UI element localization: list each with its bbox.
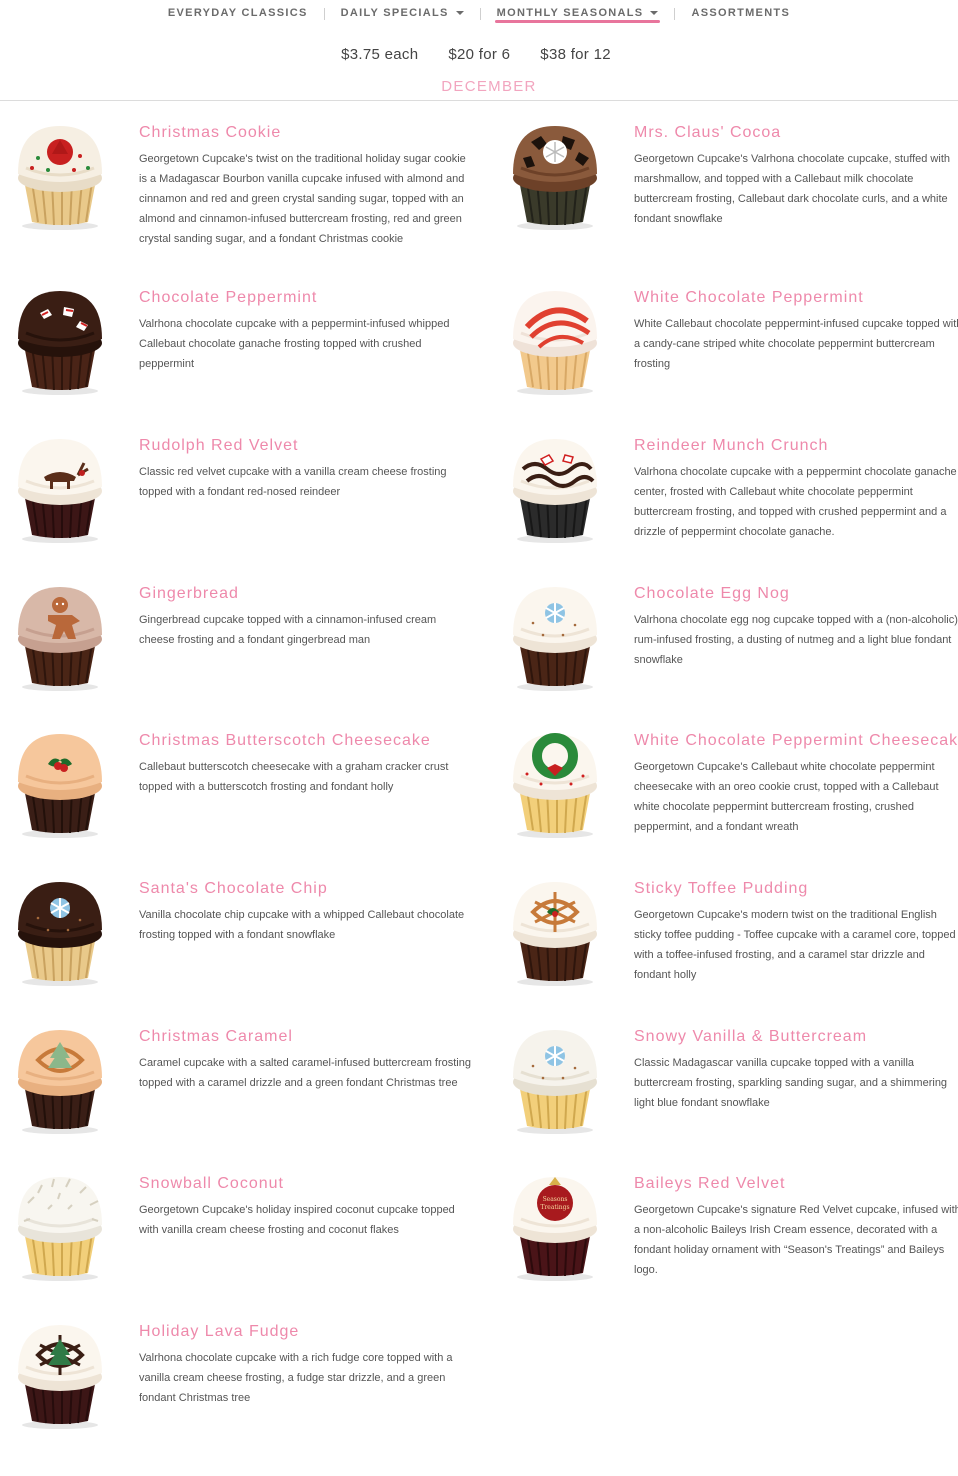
product-title[interactable]: Gingerbread: [139, 585, 239, 603]
product-item: Santa's Chocolate Chip Vanilla chocolate …: [0, 880, 480, 1030]
product-title[interactable]: Holiday Lava Fudge: [139, 1323, 299, 1341]
price-dozen: $38 for 12: [540, 46, 611, 63]
product-description: Georgetown Cupcake's Callebaut white cho…: [634, 761, 939, 833]
product-description: Caramel cupcake with a salted caramel-in…: [139, 1057, 471, 1089]
product-title[interactable]: Christmas Caramel: [139, 1028, 293, 1046]
nav-label: DAILY SPECIALS: [340, 7, 449, 19]
price-list: $3.75 each $20 for 6 $38 for 12: [0, 46, 958, 63]
product-description: Valrhona chocolate cupcake with a pepper…: [139, 318, 450, 370]
product-description: Classic Madagascar vanilla cupcake toppe…: [634, 1057, 948, 1109]
product-item: Snowy Vanilla & Buttercream Classic Madag…: [495, 1028, 958, 1178]
product-item: Christmas Caramel Caramel cupcake with a …: [0, 1028, 480, 1178]
product-item: Chocolate Peppermint Valrhona chocolate c…: [0, 289, 480, 439]
product-image[interactable]: [8, 112, 112, 232]
product-description: Valrhona chocolate cupcake with a rich f…: [139, 1352, 453, 1404]
product-image[interactable]: [8, 1163, 112, 1283]
nav-everyday-classics[interactable]: EVERYDAY CLASSICS: [168, 0, 308, 19]
product-description: Georgetown Cupcake's Valrhona chocolate …: [634, 153, 950, 225]
svg-text:Seasons: Seasons: [543, 1196, 568, 1203]
nav-divider: [479, 8, 481, 20]
product-title[interactable]: Christmas Cookie: [139, 124, 281, 142]
nav-divider: [323, 8, 325, 20]
divider: [0, 100, 958, 101]
product-description: Georgetown Cupcake's modern twist on the…: [634, 909, 956, 981]
product-description: Callebaut butterscotch cheesecake with a…: [139, 761, 449, 793]
product-item: White Chocolate Peppermint Cheesecake Geo…: [495, 732, 958, 882]
product-title[interactable]: Snowy Vanilla & Buttercream: [634, 1028, 867, 1046]
chevron-down-icon: [455, 11, 464, 15]
product-description: Valrhona chocolate egg nog cupcake toppe…: [634, 614, 958, 666]
product-description: White Callebaut chocolate peppermint-inf…: [634, 318, 958, 370]
product-title[interactable]: Baileys Red Velvet: [634, 1175, 785, 1193]
product-image[interactable]: [503, 868, 607, 988]
product-description: Georgetown Cupcake's signature Red Velve…: [634, 1204, 958, 1276]
product-image[interactable]: [503, 573, 607, 693]
product-title[interactable]: Santa's Chocolate Chip: [139, 880, 328, 898]
product-title[interactable]: White Chocolate Peppermint: [634, 289, 864, 307]
product-title[interactable]: Chocolate Peppermint: [139, 289, 317, 307]
product-item: Snowball Coconut Georgetown Cupcake's hol…: [0, 1175, 480, 1325]
product-title[interactable]: Christmas Butterscotch Cheesecake: [139, 732, 431, 750]
top-nav: EVERYDAY CLASSICS DAILY SPECIALS MONTHLY…: [0, 0, 958, 30]
chevron-down-icon: [650, 11, 659, 15]
product-image[interactable]: [8, 277, 112, 397]
product-image[interactable]: [8, 1016, 112, 1136]
month-heading: DECEMBER: [441, 78, 537, 95]
product-item: Holiday Lava Fudge Valrhona chocolate cup…: [0, 1323, 480, 1473]
nav-divider: [674, 8, 676, 20]
product-description: Vanilla chocolate chip cupcake with a wh…: [139, 909, 465, 941]
product-title[interactable]: Rudolph Red Velvet: [139, 437, 298, 455]
product-image[interactable]: [503, 425, 607, 545]
product-image[interactable]: [503, 112, 607, 232]
product-item: Christmas Cookie Georgetown Cupcake's twi…: [0, 124, 480, 274]
product-item: Mrs. Claus' Cocoa Georgetown Cupcake's Va…: [495, 124, 958, 274]
svg-text:Treatings: Treatings: [540, 1204, 569, 1211]
product-image[interactable]: [8, 425, 112, 545]
product-image[interactable]: [503, 277, 607, 397]
product-image[interactable]: [503, 1016, 607, 1136]
product-item: Rudolph Red Velvet Classic red velvet cup…: [0, 437, 480, 587]
product-description: Gingerbread cupcake topped with a cinnam…: [139, 614, 437, 646]
nav-label: ASSORTMENTS: [691, 7, 791, 19]
product-item: Seasons Treatings Baileys Red Velvet Georg…: [495, 1175, 958, 1325]
product-item: Reindeer Munch Crunch Valrhona chocolate …: [495, 437, 958, 587]
product-title[interactable]: Reindeer Munch Crunch: [634, 437, 828, 455]
nav-daily-specials[interactable]: DAILY SPECIALS: [341, 0, 464, 19]
product-description: Georgetown Cupcake's twist on the tradit…: [139, 153, 466, 245]
product-title[interactable]: White Chocolate Peppermint Cheesecake: [634, 732, 958, 750]
product-image[interactable]: [8, 1311, 112, 1431]
product-item: White Chocolate Peppermint White Callebau…: [495, 289, 958, 439]
product-description: Georgetown Cupcake's holiday inspired co…: [139, 1204, 455, 1236]
nav-label: MONTHLY SEASONALS: [496, 7, 644, 19]
product-title[interactable]: Mrs. Claus' Cocoa: [634, 124, 781, 142]
product-image[interactable]: Seasons Treatings: [503, 1163, 607, 1283]
product-image[interactable]: [8, 573, 112, 693]
price-six: $20 for 6: [448, 46, 511, 63]
product-item: Gingerbread Gingerbread cupcake topped wi…: [0, 585, 480, 735]
product-item: Chocolate Egg Nog Valrhona chocolate egg …: [495, 585, 958, 735]
product-image[interactable]: [503, 720, 607, 840]
nav-assortments[interactable]: ASSORTMENTS: [691, 0, 790, 19]
product-item: Christmas Butterscotch Cheesecake Calleba…: [0, 732, 480, 882]
product-item: Sticky Toffee Pudding Georgetown Cupcake'…: [495, 880, 958, 1030]
product-description: Classic red velvet cupcake with a vanill…: [139, 466, 447, 498]
price-single: $3.75 each: [341, 46, 419, 63]
product-description: Valrhona chocolate cupcake with a pepper…: [634, 466, 957, 538]
nav-monthly-seasonals[interactable]: MONTHLY SEASONALS: [494, 0, 661, 23]
product-image[interactable]: [8, 720, 112, 840]
product-image[interactable]: [8, 868, 112, 988]
product-title[interactable]: Chocolate Egg Nog: [634, 585, 790, 603]
product-title[interactable]: Snowball Coconut: [139, 1175, 284, 1193]
product-title[interactable]: Sticky Toffee Pudding: [634, 880, 808, 898]
nav-label: EVERYDAY CLASSICS: [167, 7, 308, 19]
